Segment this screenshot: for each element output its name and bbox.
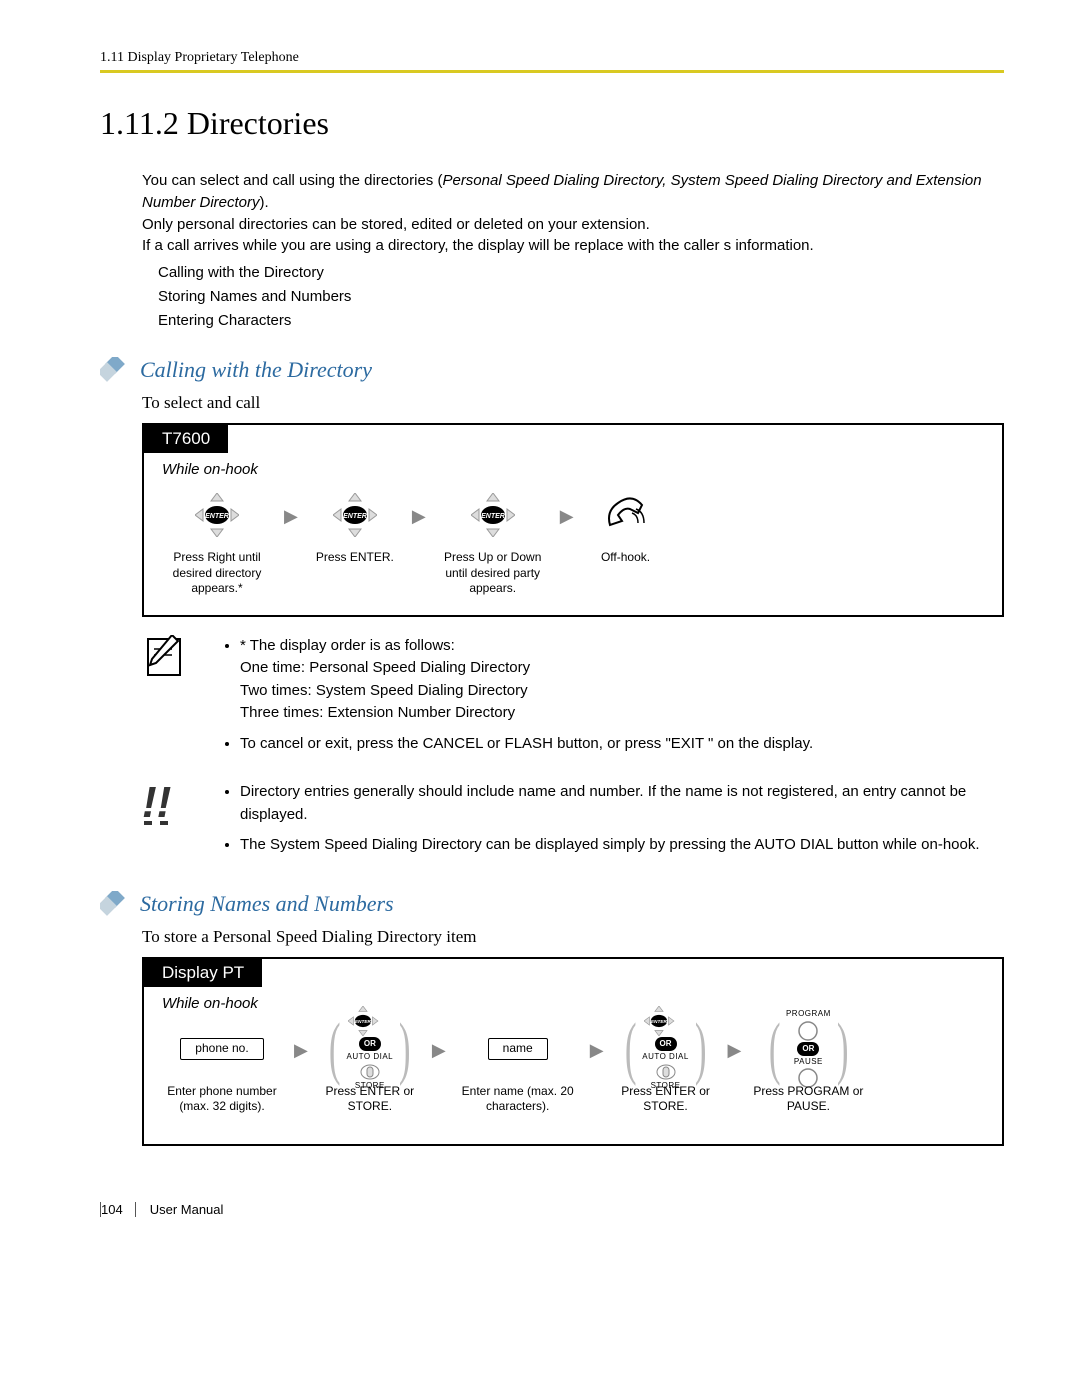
- step-item: Press ENTER.: [310, 486, 400, 592]
- or-badge: OR: [655, 1037, 677, 1051]
- name-box: name: [488, 1038, 548, 1060]
- subsection-heading: Storing Names and Numbers: [140, 891, 394, 917]
- arrow-icon: ▶: [588, 1040, 606, 1061]
- section-title: 1.11.2 Directories: [100, 105, 1004, 142]
- page-number: 104: [101, 1202, 136, 1217]
- step-item: Press Right until desired directory appe…: [162, 486, 272, 597]
- step-item: ( OR AUTO DIAL STORE ) Press ENTER or ST: [616, 1020, 716, 1126]
- program-button-icon: [798, 1021, 818, 1041]
- footer-label: User Manual: [150, 1202, 224, 1217]
- diamond-icon: [100, 357, 130, 383]
- arrow-icon: ▶: [558, 506, 576, 527]
- procedure-box: T7600 While on-hook Press Right until de…: [142, 423, 1004, 617]
- procedure-label: To select and call: [142, 393, 1004, 413]
- procedure-label: To store a Personal Speed Dialing Direct…: [142, 927, 1004, 947]
- list-item: Entering Characters: [158, 309, 1004, 333]
- store-button-icon: [360, 1064, 380, 1080]
- state-label: While on-hook: [162, 461, 984, 478]
- step-item: ( OR AUTO DIAL STORE ) Press ENTER or ST: [320, 1020, 420, 1126]
- note-block: * The display order is as follows: One t…: [224, 635, 1004, 764]
- page-header: 1.11 Display Proprietary Telephone: [100, 50, 1004, 66]
- notepad-icon: [142, 635, 190, 683]
- page-footer: 104 User Manual: [100, 1202, 1004, 1217]
- navpad-icon: [195, 493, 239, 537]
- or-badge: OR: [797, 1042, 819, 1056]
- topic-list: Calling with the Directory Storing Names…: [158, 261, 1004, 333]
- step-item: phone no. Enter phone number (max. 32 di…: [162, 1020, 282, 1126]
- offhook-icon: [602, 495, 650, 535]
- navpad-icon: [471, 493, 515, 537]
- arrow-icon: ▶: [292, 1040, 310, 1061]
- arrow-icon: ▶: [430, 1040, 448, 1061]
- state-label: While on-hook: [162, 995, 984, 1012]
- note-block: Directory entries generally should inclu…: [224, 781, 1004, 865]
- arrow-icon: ▶: [410, 506, 428, 527]
- list-item: Calling with the Directory: [158, 261, 1004, 285]
- caution-icon: [142, 781, 190, 829]
- store-button-icon: [656, 1064, 676, 1080]
- model-tab: Display PT: [144, 959, 262, 987]
- procedure-box: Display PT While on-hook phone no. Enter…: [142, 957, 1004, 1146]
- step-item: name Enter name (max. 20 characters).: [458, 1020, 578, 1126]
- arrow-icon: ▶: [282, 506, 300, 527]
- header-rule: [100, 70, 1004, 73]
- step-item: Off-hook.: [586, 486, 666, 592]
- arrow-icon: ▶: [726, 1040, 744, 1061]
- phone-no-box: phone no.: [180, 1038, 263, 1060]
- subsection-heading: Calling with the Directory: [140, 357, 372, 383]
- step-item: ( PROGRAM OR PAUSE ) Press PROGRAM or PA: [753, 1020, 863, 1126]
- step-item: Press Up or Down until desired party app…: [438, 486, 548, 597]
- navpad-icon: [644, 1006, 688, 1036]
- list-item: Storing Names and Numbers: [158, 285, 1004, 309]
- diamond-icon: [100, 891, 130, 917]
- intro-paragraph: You can select and call using the direct…: [142, 170, 1004, 257]
- navpad-icon: [333, 493, 377, 537]
- or-badge: OR: [359, 1037, 381, 1051]
- navpad-icon: [348, 1006, 392, 1036]
- model-tab: T7600: [144, 425, 228, 453]
